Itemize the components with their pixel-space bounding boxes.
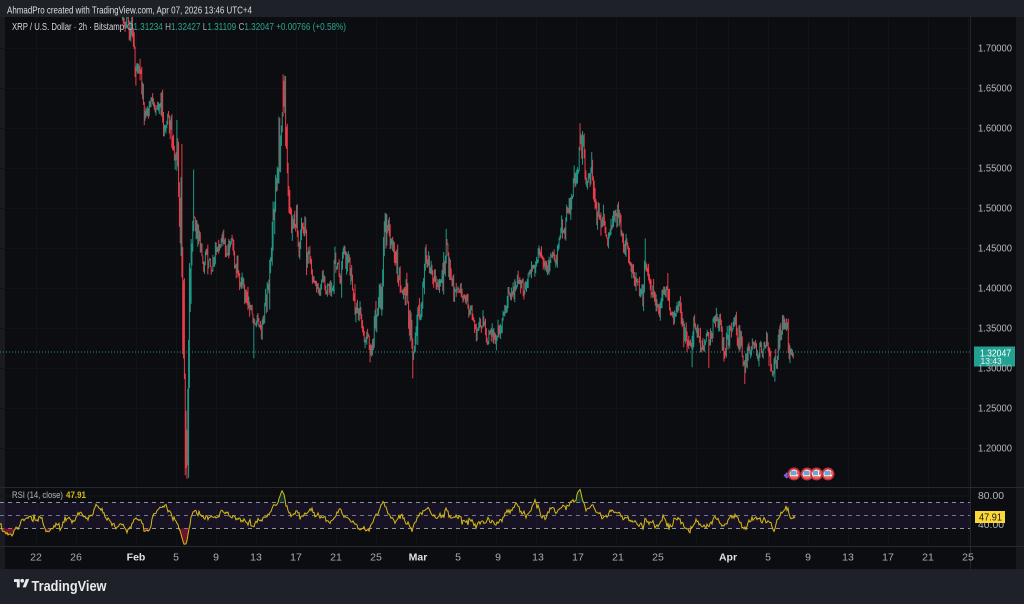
- svg-text:5: 5: [455, 552, 461, 564]
- svg-text:1.30000: 1.30000: [978, 364, 1012, 375]
- svg-text:9: 9: [213, 552, 219, 564]
- svg-text:13: 13: [532, 552, 544, 564]
- svg-text:1.55000: 1.55000: [978, 164, 1012, 175]
- svg-text:TradingView: TradingView: [32, 579, 108, 595]
- svg-text:XRP / U.S. Dollar · 2h · Bitst: XRP / U.S. Dollar · 2h · Bitstamp: [12, 22, 124, 33]
- svg-text:RSI (14, close): RSI (14, close): [12, 490, 63, 500]
- svg-text:5: 5: [765, 552, 771, 564]
- svg-text:13: 13: [250, 552, 262, 564]
- svg-text:O1.31234 H1.32427 L1.31109 C1.: O1.31234 H1.32427 L1.31109 C1.32047 +0.0…: [127, 22, 346, 33]
- svg-text:5: 5: [173, 552, 179, 564]
- svg-text:1.45000: 1.45000: [978, 244, 1012, 255]
- svg-text:17: 17: [290, 552, 302, 564]
- svg-text:26: 26: [70, 552, 82, 564]
- svg-text:1.35000: 1.35000: [978, 324, 1012, 335]
- svg-text:1.25000: 1.25000: [978, 404, 1012, 415]
- svg-text:21: 21: [612, 552, 624, 564]
- svg-text:1.50000: 1.50000: [978, 204, 1012, 215]
- svg-text:17: 17: [572, 552, 584, 564]
- svg-text:1.20000: 1.20000: [978, 444, 1012, 455]
- svg-text:1.70000: 1.70000: [978, 44, 1012, 55]
- svg-text:47.91: 47.91: [66, 490, 86, 500]
- svg-text:Apr: Apr: [719, 552, 737, 564]
- svg-text:Mar: Mar: [409, 552, 428, 564]
- svg-text:1.60000: 1.60000: [978, 124, 1012, 135]
- svg-text:25: 25: [962, 552, 974, 564]
- svg-text:1.40000: 1.40000: [978, 284, 1012, 295]
- svg-text:25: 25: [370, 552, 382, 564]
- svg-text:25: 25: [652, 552, 664, 564]
- svg-text:21: 21: [330, 552, 342, 564]
- svg-text:13: 13: [842, 552, 854, 564]
- svg-text:80.00: 80.00: [978, 491, 1004, 502]
- svg-text:9: 9: [805, 552, 811, 564]
- svg-text:Feb: Feb: [127, 552, 146, 564]
- svg-text:17: 17: [882, 552, 894, 564]
- svg-text:AhmadPro created with TradingV: AhmadPro created with TradingView.com, A…: [7, 5, 252, 17]
- svg-text:47.91: 47.91: [979, 513, 1002, 524]
- svg-text:22: 22: [30, 552, 42, 564]
- svg-text:9: 9: [495, 552, 501, 564]
- svg-text:21: 21: [922, 552, 934, 564]
- svg-text:1.65000: 1.65000: [978, 84, 1012, 95]
